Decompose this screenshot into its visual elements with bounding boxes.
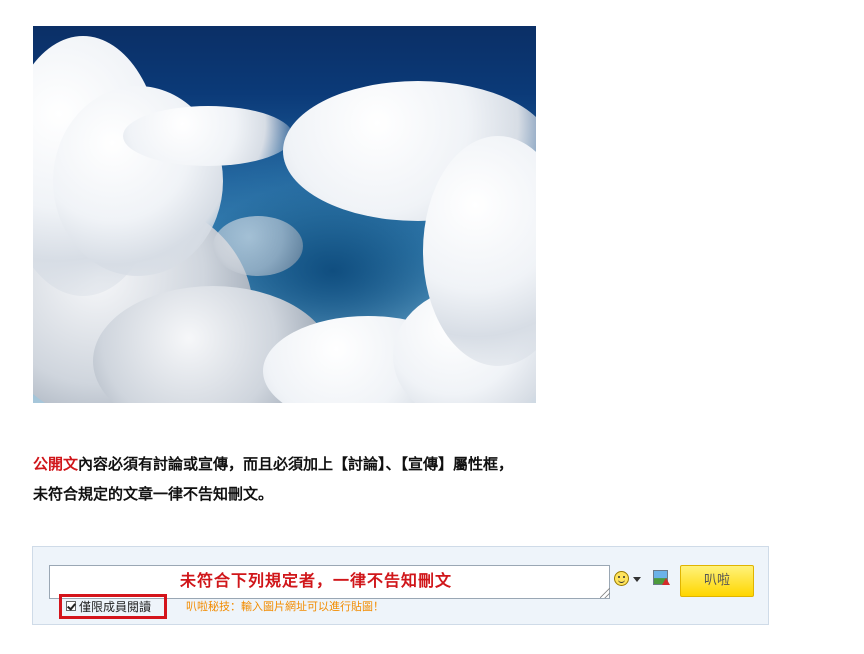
notice-highlight: 公開文 [33,455,79,473]
insert-image-icon[interactable] [653,570,670,585]
resize-handle-icon[interactable] [600,588,610,598]
submit-button[interactable]: 叭啦 [680,565,754,597]
cloud-shape [213,216,303,276]
comment-tip: 叭啦秘技：輸入圖片網址可以進行貼圖！ [186,600,384,613]
cloud-shape [123,106,293,166]
members-only-checkbox[interactable] [66,601,76,611]
members-only-label[interactable]: 僅限成員閱讀 [79,598,151,615]
notice-line-1-text: 內容必須有討論或宣傳，而且必須加上【討論】、【宣傳】屬性框， [78,455,514,473]
post-notice: 公開文內容必須有討論或宣傳，而且必須加上【討論】、【宣傳】屬性框， 未符合規定的… [33,449,513,509]
notice-line-1: 公開文內容必須有討論或宣傳，而且必須加上【討論】、【宣傳】屬性框， [33,449,513,479]
smiley-icon[interactable] [614,571,629,586]
post-photo [33,26,536,403]
notice-line-2: 未符合規定的文章一律不告知刪文。 [33,485,274,503]
chevron-down-icon[interactable] [633,577,641,582]
comment-placeholder: 未符合下列規定者，一律不告知刪文 [180,571,453,590]
